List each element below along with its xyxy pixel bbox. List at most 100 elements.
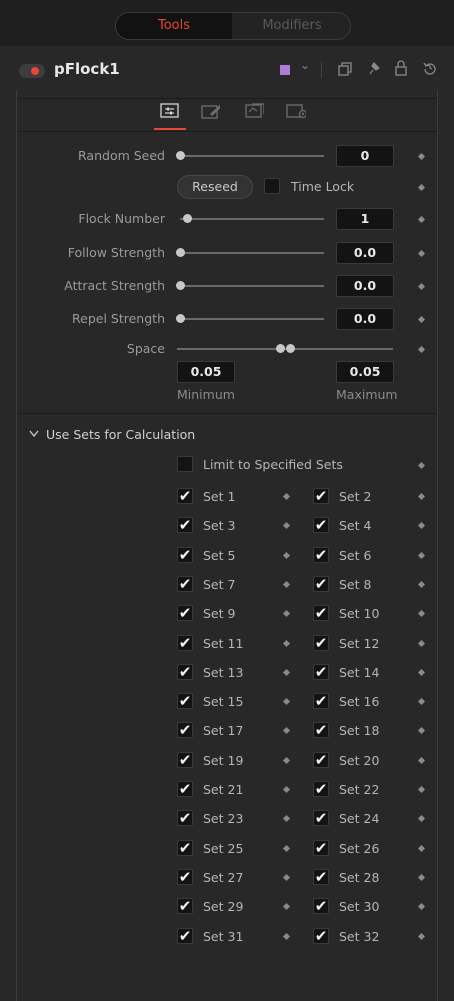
- slider-handle[interactable]: [183, 214, 192, 223]
- separator: [17, 131, 437, 132]
- limit-sets-checkbox[interactable]: [177, 456, 193, 472]
- set-checkbox[interactable]: ✔: [177, 869, 193, 885]
- set-label: Set 21: [203, 782, 244, 797]
- set-checkbox[interactable]: ✔: [313, 576, 329, 592]
- random-seed-input[interactable]: 0: [336, 145, 394, 167]
- set-checkbox[interactable]: ✔: [313, 869, 329, 885]
- flock-number-slider[interactable]: [180, 218, 324, 220]
- repel-strength-input[interactable]: 0.0: [336, 308, 394, 330]
- set-checkbox[interactable]: ✔: [177, 810, 193, 826]
- space-range-slider[interactable]: [177, 348, 393, 350]
- settings-tab-icon[interactable]: [286, 103, 306, 123]
- time-lock-label: Time Lock: [291, 179, 355, 194]
- set-label: Set 15: [203, 694, 244, 709]
- range-max-handle[interactable]: [286, 344, 295, 353]
- set-label: Set 10: [339, 606, 380, 621]
- set-checkbox[interactable]: ✔: [313, 547, 329, 563]
- separator: [17, 98, 437, 99]
- slider-handle[interactable]: [176, 314, 185, 323]
- set-label: Set 31: [203, 929, 244, 944]
- set-label: Set 18: [339, 723, 380, 738]
- set-label: Set 16: [339, 694, 380, 709]
- tool-name: pFlock1: [54, 60, 120, 78]
- separator: [17, 413, 437, 414]
- set-checkbox[interactable]: ✔: [177, 664, 193, 680]
- set-checkbox[interactable]: ✔: [177, 517, 193, 533]
- sets-section-title[interactable]: Use Sets for Calculation: [46, 427, 195, 442]
- set-checkbox[interactable]: ✔: [313, 722, 329, 738]
- set-label: Set 24: [339, 811, 380, 826]
- random-seed-label: Random Seed: [78, 148, 165, 163]
- tab-switcher: Tools Modifiers: [115, 12, 351, 40]
- follow-strength-label: Follow Strength: [67, 245, 165, 260]
- set-checkbox[interactable]: ✔: [313, 605, 329, 621]
- space-min-input[interactable]: 0.05: [177, 361, 235, 383]
- time-lock-checkbox[interactable]: [264, 178, 280, 194]
- tool-color-swatch[interactable]: [280, 65, 290, 75]
- divider: [321, 62, 322, 78]
- set-checkbox[interactable]: ✔: [177, 781, 193, 797]
- set-label: Set 32: [339, 929, 380, 944]
- slider-handle[interactable]: [176, 281, 185, 290]
- set-label: Set 8: [339, 577, 372, 592]
- follow-strength-slider[interactable]: [180, 252, 324, 254]
- set-checkbox[interactable]: ✔: [177, 488, 193, 504]
- set-checkbox[interactable]: ✔: [177, 722, 193, 738]
- range-min-handle[interactable]: [276, 344, 285, 353]
- image-tab-icon[interactable]: [244, 101, 264, 121]
- set-label: Set 7: [203, 577, 236, 592]
- set-label: Set 17: [203, 723, 244, 738]
- set-label: Set 19: [203, 753, 244, 768]
- collapse-chevron-icon[interactable]: [29, 430, 39, 438]
- set-checkbox[interactable]: ✔: [313, 810, 329, 826]
- set-checkbox[interactable]: ✔: [177, 693, 193, 709]
- set-checkbox[interactable]: ✔: [177, 840, 193, 856]
- space-max-input[interactable]: 0.05: [336, 361, 394, 383]
- reseed-button[interactable]: Reseed: [177, 175, 253, 199]
- set-checkbox[interactable]: ✔: [177, 898, 193, 914]
- slider-handle[interactable]: [176, 151, 185, 160]
- set-label: Set 13: [203, 665, 244, 680]
- attract-strength-input[interactable]: 0.0: [336, 275, 394, 297]
- slider-handle[interactable]: [176, 248, 185, 257]
- style-tab-icon[interactable]: [200, 101, 220, 121]
- active-tab-indicator: [154, 128, 186, 130]
- set-checkbox[interactable]: ✔: [313, 664, 329, 680]
- set-checkbox[interactable]: ✔: [313, 488, 329, 504]
- set-label: Set 6: [339, 548, 372, 563]
- reset-icon[interactable]: [423, 61, 437, 75]
- tab-tools[interactable]: Tools: [116, 13, 232, 39]
- versions-icon[interactable]: [338, 62, 352, 76]
- set-checkbox[interactable]: ✔: [177, 605, 193, 621]
- controls-tab-icon[interactable]: [160, 103, 180, 123]
- set-label: Set 2: [339, 489, 372, 504]
- set-checkbox[interactable]: ✔: [177, 576, 193, 592]
- random-seed-slider[interactable]: [180, 155, 324, 157]
- set-label: Set 3: [203, 518, 236, 533]
- repel-strength-slider[interactable]: [180, 318, 324, 320]
- set-checkbox[interactable]: ✔: [313, 752, 329, 768]
- tab-modifiers[interactable]: Modifiers: [234, 13, 350, 39]
- set-label: Set 9: [203, 606, 236, 621]
- max-label: Maximum: [336, 387, 398, 402]
- toggle-indicator: [31, 67, 39, 75]
- follow-strength-input[interactable]: 0.0: [336, 242, 394, 264]
- set-checkbox[interactable]: ✔: [313, 517, 329, 533]
- set-checkbox[interactable]: ✔: [313, 928, 329, 944]
- flock-number-input[interactable]: 1: [336, 208, 394, 230]
- set-checkbox[interactable]: ✔: [177, 752, 193, 768]
- set-checkbox[interactable]: ✔: [177, 635, 193, 651]
- set-checkbox[interactable]: ✔: [313, 693, 329, 709]
- set-label: Set 27: [203, 870, 244, 885]
- attract-strength-slider[interactable]: [180, 285, 324, 287]
- set-checkbox[interactable]: ✔: [177, 547, 193, 563]
- set-checkbox[interactable]: ✔: [313, 781, 329, 797]
- set-checkbox[interactable]: ✔: [313, 898, 329, 914]
- set-label: Set 14: [339, 665, 380, 680]
- set-checkbox[interactable]: ✔: [177, 928, 193, 944]
- lock-icon[interactable]: [395, 60, 407, 76]
- chevron-down-icon[interactable]: ⌄: [300, 58, 310, 72]
- set-checkbox[interactable]: ✔: [313, 635, 329, 651]
- set-checkbox[interactable]: ✔: [313, 840, 329, 856]
- pin-icon[interactable]: [367, 61, 381, 76]
